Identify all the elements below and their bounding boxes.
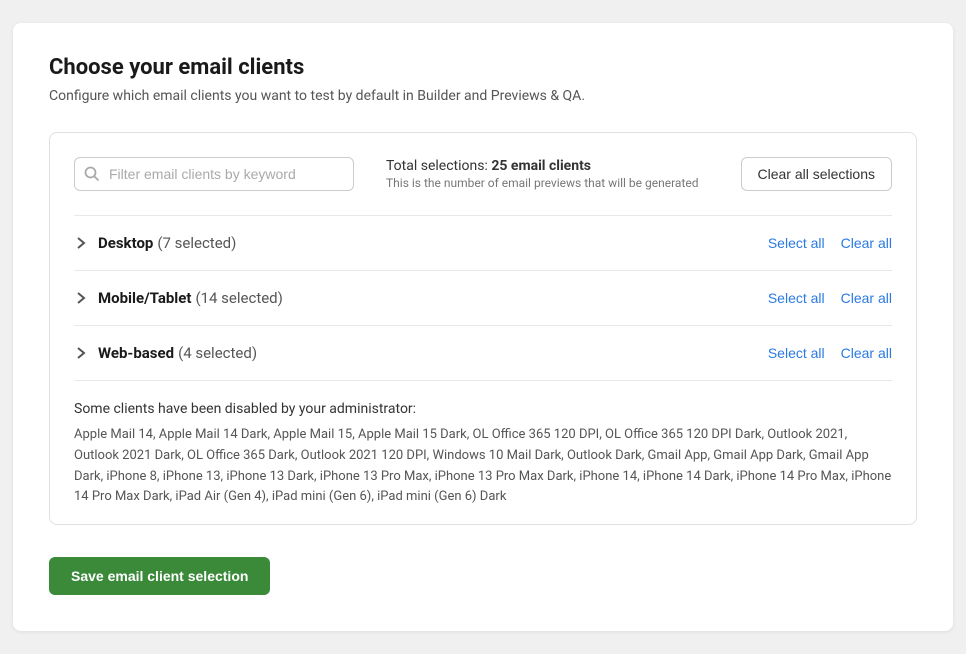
clear-all-mobile[interactable]: Clear all <box>841 290 892 306</box>
search-wrapper <box>74 157 354 191</box>
category-actions-web: Select all Clear all <box>768 345 892 361</box>
clear-all-desktop[interactable]: Clear all <box>841 235 892 251</box>
category-actions-mobile: Select all Clear all <box>768 290 892 306</box>
category-name-web: Web-based <box>98 344 174 362</box>
total-selections: Total selections: 25 email clients This … <box>386 158 741 190</box>
page-title: Choose your email clients <box>49 55 917 80</box>
category-row-web: Web-based (4 selected) Select all Clear … <box>74 325 892 380</box>
category-count-web: (4 selected) <box>178 344 257 362</box>
category-name-mobile: Mobile/Tablet <box>98 289 191 307</box>
disabled-title: Some clients have been disabled by your … <box>74 401 892 417</box>
disabled-notice: Some clients have been disabled by your … <box>74 380 892 524</box>
top-bar: Total selections: 25 email clients This … <box>74 157 892 191</box>
total-count: 25 email clients <box>491 158 591 174</box>
total-label: Total selections: 25 email clients <box>386 158 741 174</box>
page-container: Choose your email clients Configure whic… <box>13 23 953 631</box>
select-all-desktop[interactable]: Select all <box>768 235 825 251</box>
category-count-mobile: (14 selected) <box>195 289 282 307</box>
search-input[interactable] <box>74 157 354 191</box>
main-card: Total selections: 25 email clients This … <box>49 132 917 525</box>
page-subtitle: Configure which email clients you want t… <box>49 88 917 104</box>
select-all-web[interactable]: Select all <box>768 345 825 361</box>
search-icon <box>84 166 100 182</box>
category-row-mobile: Mobile/Tablet (14 selected) Select all C… <box>74 270 892 325</box>
total-sublabel: This is the number of email previews tha… <box>386 176 741 190</box>
category-row-desktop: Desktop (7 selected) Select all Clear al… <box>74 215 892 270</box>
chevron-right-icon-mobile[interactable] <box>74 291 88 305</box>
chevron-right-icon-desktop[interactable] <box>74 236 88 250</box>
category-actions-desktop: Select all Clear all <box>768 235 892 251</box>
save-email-client-selection-button[interactable]: Save email client selection <box>49 557 270 595</box>
category-count-desktop: (7 selected) <box>157 234 236 252</box>
chevron-right-icon-web[interactable] <box>74 346 88 360</box>
category-name-desktop: Desktop <box>98 234 153 252</box>
select-all-mobile[interactable]: Select all <box>768 290 825 306</box>
disabled-list: Apple Mail 14, Apple Mail 14 Dark, Apple… <box>74 425 892 508</box>
clear-all-web[interactable]: Clear all <box>841 345 892 361</box>
clear-all-selections-button[interactable]: Clear all selections <box>741 157 893 191</box>
